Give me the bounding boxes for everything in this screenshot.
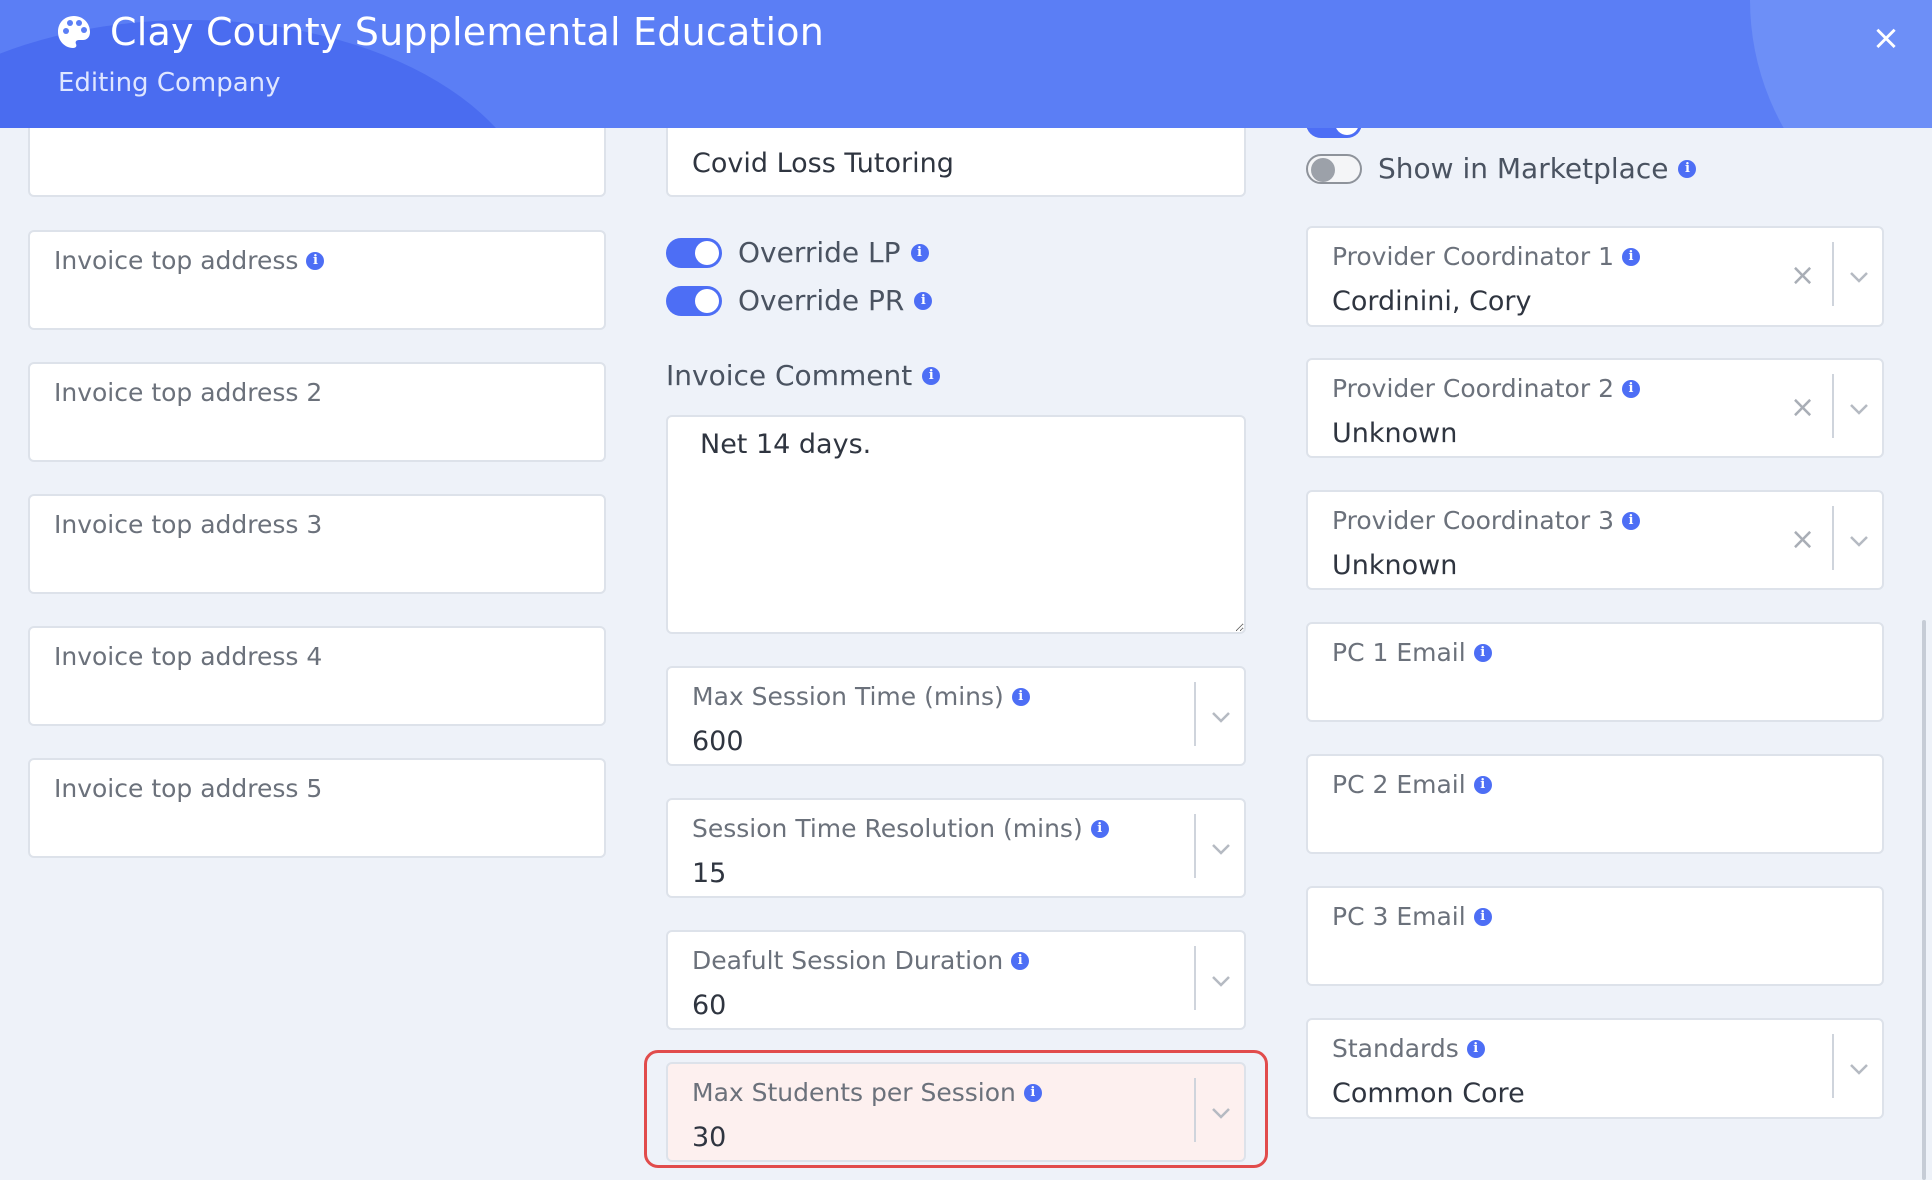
provider-coordinator-2-value: Unknown (1332, 418, 1458, 449)
header-title-row: Clay County Supplemental Education (56, 10, 824, 54)
highlight-outline (644, 1050, 1268, 1168)
info-icon[interactable]: i (1011, 687, 1030, 706)
info-icon[interactable]: i (914, 291, 933, 310)
session-time-resolution-label: Session Time Resolution (mins) i (692, 814, 1109, 843)
clear-icon[interactable]: × (1790, 393, 1815, 423)
modal-subtitle: Editing Company (58, 68, 281, 98)
standards-label: Standards i (1332, 1034, 1485, 1063)
info-icon[interactable]: i (1090, 819, 1109, 838)
override-lp-label: Override LP i (738, 236, 929, 269)
select-divider (1194, 682, 1196, 746)
edit-company-modal: Invoice top address i Invoice top address… (0, 0, 1932, 1180)
info-icon[interactable]: i (1473, 643, 1492, 662)
provider-coordinator-1-select[interactable]: Provider Coordinator 1i Cordinini, Cory … (1306, 226, 1884, 327)
chevron-down-icon[interactable] (1208, 968, 1234, 994)
session-time-resolution-select[interactable]: Session Time Resolution (mins) i 15 (666, 798, 1246, 898)
show-in-marketplace-toggle[interactable] (1306, 154, 1362, 184)
palette-icon (58, 16, 90, 48)
modal-header: Clay County Supplemental Education Editi… (0, 0, 1932, 128)
default-session-duration-select[interactable]: Deafult Session Duration i 60 (666, 930, 1246, 1030)
show-in-marketplace-label: Show in Marketplace i (1378, 152, 1697, 185)
max-session-time-select[interactable]: Max Session Time (mins) i 600 (666, 666, 1246, 766)
chevron-down-icon[interactable] (1846, 528, 1872, 554)
header-decoration (1750, 0, 1932, 128)
select-divider (1832, 506, 1834, 570)
override-pr-label: Override PR i (738, 284, 933, 317)
invoice-top-address-5-label: Invoice top address 5 (54, 774, 323, 803)
default-session-duration-value: 60 (692, 990, 727, 1021)
info-icon[interactable]: i (1011, 951, 1030, 970)
scrollbar[interactable] (1922, 620, 1926, 1180)
pc-1-email-field[interactable]: PC 1 Email i (1306, 622, 1884, 722)
info-icon[interactable]: i (1473, 775, 1492, 794)
provider-coordinator-3-label: Provider Coordinator 3i (1332, 506, 1640, 535)
provider-coordinator-2-select[interactable]: Provider Coordinator 2i Unknown × (1306, 358, 1884, 458)
info-icon[interactable]: i (1621, 379, 1640, 398)
select-divider (1194, 946, 1196, 1010)
invoice-top-address-2-field[interactable]: Invoice top address 2 (28, 362, 606, 462)
invoice-top-address-3-label: Invoice top address 3 (54, 510, 323, 539)
toggle-knob (1311, 158, 1335, 182)
provider-coordinator-1-value: Cordinini, Cory (1332, 286, 1532, 317)
chevron-down-icon[interactable] (1846, 396, 1872, 422)
select-divider (1832, 1034, 1834, 1098)
invoice-top-address-2-label: Invoice top address 2 (54, 378, 323, 407)
pc-3-email-label: PC 3 Email i (1332, 902, 1492, 931)
info-icon[interactable]: i (1473, 907, 1492, 926)
provider-coordinator-3-select[interactable]: Provider Coordinator 3i Unknown × (1306, 490, 1884, 590)
chevron-down-icon[interactable] (1846, 1056, 1872, 1082)
standards-value: Common Core (1332, 1078, 1525, 1109)
info-icon[interactable]: i (306, 251, 325, 270)
pc-2-email-label: PC 2 Email i (1332, 770, 1492, 799)
toggle-knob (695, 241, 719, 265)
select-divider (1194, 814, 1196, 878)
info-icon[interactable]: i (1678, 159, 1697, 178)
max-session-time-label: Max Session Time (mins) i (692, 682, 1030, 711)
provider-coordinator-3-value: Unknown (1332, 550, 1458, 581)
invoice-comment-label: Invoice Comment i (666, 359, 941, 392)
chevron-down-icon[interactable] (1208, 836, 1234, 862)
invoice-top-address-4-label: Invoice top address 4 (54, 642, 323, 671)
session-time-resolution-value: 15 (692, 858, 727, 889)
override-pr-toggle[interactable] (666, 286, 722, 316)
pc-1-email-label: PC 1 Email i (1332, 638, 1492, 667)
max-session-time-value: 600 (692, 726, 744, 757)
chevron-down-icon[interactable] (1846, 264, 1872, 290)
chevron-down-icon[interactable] (1208, 704, 1234, 730)
pc-3-email-field[interactable]: PC 3 Email i (1306, 886, 1884, 986)
override-lp-toggle[interactable] (666, 238, 722, 268)
close-icon[interactable]: × (1868, 20, 1904, 56)
select-divider (1832, 242, 1834, 306)
default-session-duration-label: Deafult Session Duration i (692, 946, 1030, 975)
info-icon[interactable]: i (922, 366, 941, 385)
standards-select[interactable]: Standards i Common Core (1306, 1018, 1884, 1119)
clear-icon[interactable]: × (1790, 261, 1815, 291)
pc-2-email-field[interactable]: PC 2 Email i (1306, 754, 1884, 854)
info-icon[interactable]: i (1621, 247, 1640, 266)
invoice-top-address-4-field[interactable]: Invoice top address 4 (28, 626, 606, 726)
provider-coordinator-2-label: Provider Coordinator 2i (1332, 374, 1640, 403)
invoice-top-address-field[interactable]: Invoice top address i (28, 230, 606, 330)
provider-coordinator-1-label: Provider Coordinator 1i (1332, 242, 1640, 271)
top-middle-value: Covid Loss Tutoring (692, 148, 954, 179)
info-icon[interactable]: i (910, 243, 929, 262)
invoice-top-address-3-field[interactable]: Invoice top address 3 (28, 494, 606, 594)
toggle-knob (695, 289, 719, 313)
invoice-comment-textarea[interactable]: Net 14 days. (666, 415, 1246, 634)
invoice-top-address-5-field[interactable]: Invoice top address 5 (28, 758, 606, 858)
info-icon[interactable]: i (1466, 1039, 1485, 1058)
invoice-top-address-label: Invoice top address i (54, 246, 325, 275)
select-divider (1832, 374, 1834, 438)
info-icon[interactable]: i (1621, 511, 1640, 530)
clear-icon[interactable]: × (1790, 525, 1815, 555)
modal-title: Clay County Supplemental Education (110, 10, 825, 54)
